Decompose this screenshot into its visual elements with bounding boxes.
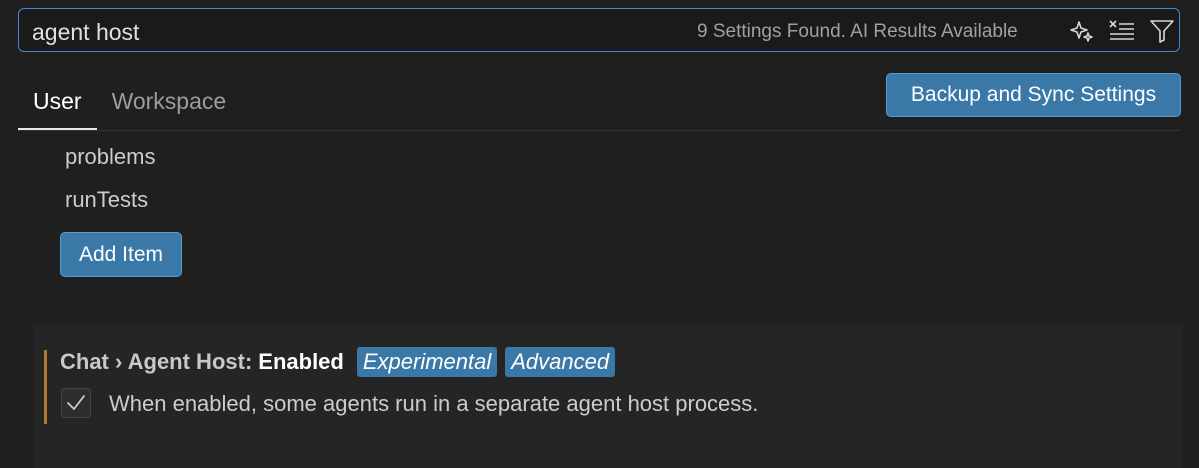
tab-workspace[interactable]: Workspace bbox=[97, 82, 242, 130]
search-input[interactable]: agent host bbox=[32, 19, 139, 45]
setting-item-agent-host-enabled: Chat › Agent Host: Enabled Experimental … bbox=[33, 323, 1183, 468]
search-results-count: 9 Settings Found. AI Results Available bbox=[697, 21, 1018, 42]
advanced-tag[interactable]: Advanced bbox=[505, 347, 616, 377]
sparkle-icon[interactable] bbox=[1067, 17, 1097, 45]
setting-checkbox[interactable] bbox=[61, 388, 91, 418]
experimental-tag[interactable]: Experimental bbox=[356, 347, 498, 377]
scroll-clip: problems bbox=[0, 132, 1199, 172]
settings-search-box[interactable]: agent host 9 Settings Found. AI Results … bbox=[18, 8, 1180, 52]
setting-title: Chat › Agent Host: Enabled Experimental … bbox=[60, 347, 616, 377]
setting-category: Chat › Agent Host: bbox=[60, 349, 253, 374]
search-actions bbox=[1067, 17, 1177, 45]
setting-description: When enabled, some agents run in a separ… bbox=[109, 391, 759, 416]
check-icon bbox=[67, 395, 85, 410]
backup-and-sync-button[interactable]: Backup and Sync Settings bbox=[886, 73, 1181, 117]
tab-user[interactable]: User bbox=[18, 82, 97, 130]
list-item[interactable]: runTests bbox=[65, 187, 148, 213]
settings-scope-tabs: User Workspace bbox=[18, 82, 241, 130]
list-item[interactable]: problems bbox=[65, 144, 155, 170]
add-item-button[interactable]: Add Item bbox=[60, 232, 182, 277]
settings-editor: agent host 9 Settings Found. AI Results … bbox=[0, 0, 1199, 468]
filter-icon[interactable] bbox=[1147, 17, 1177, 45]
clear-filter-icon[interactable] bbox=[1107, 17, 1137, 45]
modified-indicator bbox=[44, 350, 47, 424]
setting-key: Enabled bbox=[258, 349, 344, 374]
tab-divider bbox=[18, 130, 1180, 131]
